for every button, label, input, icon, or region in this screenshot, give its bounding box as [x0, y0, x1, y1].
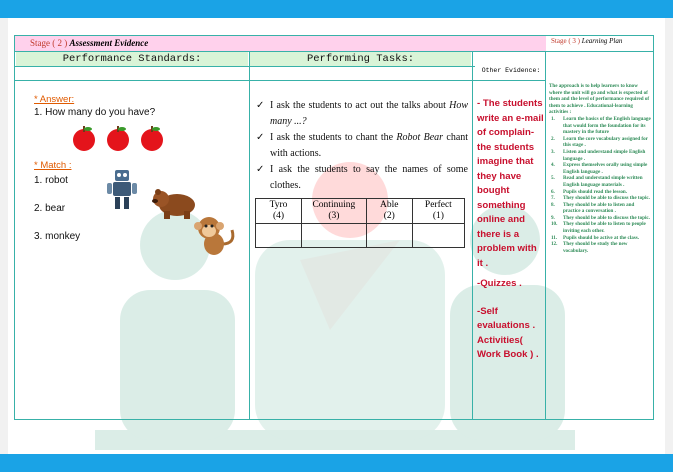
apples-image — [73, 126, 163, 151]
item-text: Pupils should be active at the class. — [563, 234, 639, 241]
performance-standards-header: Performance Standards: — [16, 52, 248, 66]
item-number: 1. — [551, 115, 555, 122]
learning-plan-item: 6. Pupils should read the lesson. — [549, 189, 652, 196]
task-text: I ask the students to say the names of s… — [270, 164, 468, 191]
performing-tasks-header: Performing Tasks: — [250, 52, 471, 66]
apple-icon — [73, 126, 95, 151]
divider — [472, 52, 473, 419]
rubric-cell — [411, 223, 466, 248]
item-text: Learn the basics of the English language… — [563, 115, 651, 136]
match-label: * Match : — [34, 160, 72, 171]
other-evidence-header: Other Evidence: — [481, 67, 541, 74]
divider — [15, 66, 475, 67]
tasks-list: ✓ I ask the students to act out the talk… — [256, 98, 468, 194]
stage-number: ( 3 ) — [568, 37, 580, 45]
check-icon: ✓ — [256, 132, 265, 143]
divider — [249, 52, 250, 419]
learning-plan: The approach is to help learners to know… — [549, 83, 652, 254]
rubric-cell — [255, 223, 302, 248]
item-text: Read and understand simple written Engli… — [563, 175, 643, 188]
learning-plan-item: 3. Listen and understand simple English l… — [549, 149, 652, 162]
robot-icon — [107, 170, 137, 209]
learning-plan-intro: The approach is to help learners to know… — [549, 83, 650, 116]
rubric-header-cell: Able (2) — [365, 198, 413, 224]
item-text: They should be study the new vocabulary. — [563, 241, 628, 254]
stage-prefix: Stage — [30, 38, 50, 48]
other-evidence-item: - The students write an e-mail of compla… — [477, 98, 544, 269]
check-icon: ✓ — [256, 100, 265, 111]
item-text: Learn the core vocabulary assigned for t… — [563, 135, 648, 149]
stage2-title: Stage ( 2 ) Assessment Evidence — [15, 36, 546, 51]
match-item: 2. bear — [34, 203, 66, 214]
apple-icon — [107, 126, 129, 151]
rubric-cell — [300, 223, 367, 248]
rubric-table: Tyro (4) Continuing (3) Able (2) Perfect (1) — [255, 198, 466, 248]
stage3-title: Stage ( 3 ) Learning Plan — [547, 36, 653, 51]
item-number: 3. — [551, 148, 555, 155]
divider — [15, 80, 546, 81]
learning-plan-item: 10. They should be able to listen to peop… — [549, 221, 652, 234]
rubric-header-cell: Continuing (3) — [300, 198, 367, 224]
learning-plan-item: 5. Read and understand simple written Eng… — [549, 175, 652, 188]
task-item: ✓ I ask the students to act out the talk… — [256, 98, 468, 130]
item-number: 5. — [551, 175, 555, 182]
item-text: They should be able to discuss the topic… — [563, 195, 650, 202]
item-text: They should be able to listen and practi… — [563, 201, 635, 215]
stage-title: Assessment Evidence — [69, 38, 149, 48]
learning-plan-list: 1. Learn the basics of the English langua… — [549, 116, 652, 254]
task-item: ✓ I ask the students to chant the Robot … — [256, 130, 468, 162]
item-number: 7. — [551, 195, 555, 202]
monkey-icon — [194, 217, 235, 255]
check-icon: ✓ — [256, 164, 265, 175]
item-text: Pupils should read the lesson. — [563, 188, 628, 195]
task-text: I ask the students to act out the talks … — [270, 100, 446, 111]
answer-question: 1. How many do you have? — [34, 107, 156, 118]
other-evidence-item: -Self evaluations . Activities( Work Boo… — [477, 305, 539, 361]
other-evidence-item: -Quizzes . — [477, 278, 522, 289]
item-number: 12. — [551, 241, 558, 248]
task-text: I ask the students to chant the — [270, 132, 394, 143]
match-item: 1. robot — [34, 175, 68, 186]
item-number: 8. — [551, 201, 555, 208]
task-italic: Robot Bear — [396, 132, 444, 143]
rubric-header-cell: Perfect (1) — [411, 198, 466, 224]
learning-plan-item: 7. They should be able to discuss the top… — [549, 195, 652, 202]
item-text: Listen and understand simple English lan… — [563, 148, 646, 162]
divider — [545, 36, 546, 419]
apple-icon — [141, 126, 163, 151]
learning-plan-item: 9. They should be able to discuss the top… — [549, 215, 652, 222]
item-number: 6. — [551, 188, 555, 195]
rubric-header-cell: Tyro (4) — [255, 198, 302, 224]
rubric-cell — [365, 223, 413, 248]
item-number: 2. — [551, 135, 555, 142]
match-item: 3. monkey — [34, 231, 81, 242]
item-text: Express themselves orally using simple E… — [563, 162, 648, 175]
answer-label: * Answer: — [34, 94, 75, 105]
learning-plan-item: 8. They should be able to listen and prac… — [549, 202, 652, 215]
learning-plan-item: 4. Express themselves orally using simple… — [549, 162, 652, 175]
item-number: 10. — [551, 221, 558, 228]
learning-plan-item: 2. Learn the core vocabulary assigned for… — [549, 136, 652, 149]
stage-title: Learning Plan — [581, 37, 623, 45]
task-item: ✓ I ask the students to say the names of… — [256, 162, 468, 194]
other-evidence: - The students write an e-mail of compla… — [477, 97, 545, 363]
item-number: 11. — [551, 234, 558, 241]
rubric-empty-row — [255, 223, 466, 248]
learning-plan-item: 11. Pupils should be active at the class. — [549, 235, 652, 242]
learning-plan-item: 12. They should be study the new vocabula… — [549, 241, 652, 254]
learning-plan-item: 1. Learn the basics of the English langua… — [549, 116, 652, 136]
rubric-header-row: Tyro (4) Continuing (3) Able (2) Perfect (1) — [255, 198, 466, 224]
stage-number: ( 2 ) — [52, 38, 68, 48]
item-text: They should be able to discuss the topic… — [563, 214, 650, 221]
stage-prefix: Stage — [551, 37, 567, 45]
item-number: 9. — [551, 214, 555, 221]
item-number: 4. — [551, 162, 555, 169]
item-text: They should be able to listen to people … — [563, 221, 646, 235]
